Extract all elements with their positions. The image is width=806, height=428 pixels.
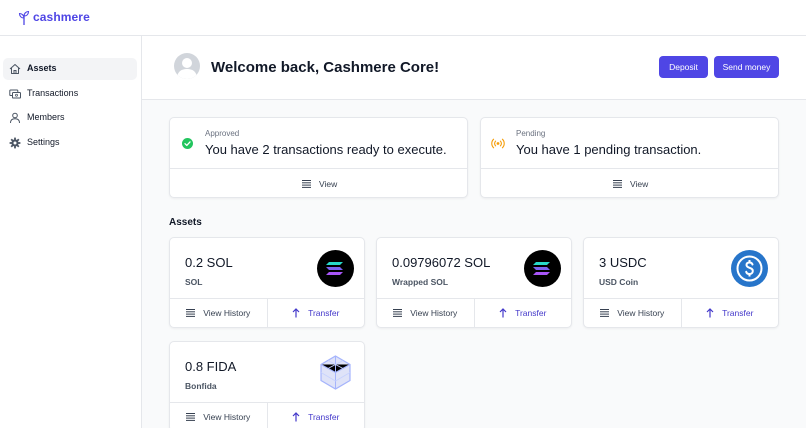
sidebar: Assets Transactions Members Settings [0, 36, 142, 428]
status-text: You have 1 pending transaction. [516, 142, 702, 157]
transactions-icon [9, 89, 21, 99]
usdc-logo-icon [731, 250, 768, 287]
transfer-button[interactable]: Transfer [266, 299, 365, 327]
arrow-up-icon [292, 412, 300, 422]
asset-amount: 0.8 FIDA [185, 359, 237, 374]
asset-name: Wrapped SOL [392, 277, 449, 287]
list-icon [302, 180, 311, 188]
asset-card-usdc: 3 USDC USD Coin View History Transfer [583, 237, 779, 328]
asset-actions: View History Transfer [170, 298, 364, 327]
deposit-button[interactable]: Deposit [659, 56, 708, 78]
asset-name: USD Coin [599, 277, 639, 287]
sidebar-item-settings[interactable]: Settings [3, 132, 137, 154]
sidebar-item-transactions[interactable]: Transactions [3, 83, 137, 105]
sidebar-item-label: Transactions [27, 88, 79, 98]
view-history-label: View History [203, 308, 251, 318]
asset-card-fida: 0.8 FIDA Bonfida View History Transfer [169, 341, 365, 428]
asset-actions: View History Transfer [170, 402, 364, 428]
avatar[interactable] [174, 53, 200, 79]
sidebar-item-label: Assets [27, 63, 57, 73]
app-logo[interactable]: cashmere [18, 9, 90, 25]
members-icon [10, 112, 20, 124]
asset-name: Bonfida [185, 381, 217, 391]
list-icon [600, 309, 610, 317]
divider [481, 168, 778, 169]
gear-icon [9, 137, 21, 149]
view-history-button[interactable]: View History [377, 299, 474, 327]
transfer-label: Transfer [308, 308, 340, 318]
assets-section-title: Assets [169, 217, 202, 228]
list-icon [186, 309, 196, 317]
view-history-button[interactable]: View History [170, 403, 267, 428]
sidebar-item-assets[interactable]: Assets [3, 58, 137, 80]
user-icon [177, 58, 197, 79]
sprout-icon [18, 10, 30, 25]
asset-name: SOL [185, 277, 203, 287]
view-approved-button[interactable]: View [302, 179, 337, 189]
view-pending-button[interactable]: View [613, 179, 648, 189]
list-icon [186, 413, 196, 421]
app-name: cashmere [33, 10, 90, 24]
status-label: Approved [205, 129, 240, 138]
list-icon [393, 309, 403, 317]
transfer-label: Transfer [722, 308, 754, 318]
pending-status-card: Pending You have 1 pending transaction. … [480, 117, 779, 198]
sidebar-item-members[interactable]: Members [3, 107, 137, 129]
sidebar-item-label: Settings [27, 137, 60, 147]
list-icon [613, 180, 622, 188]
asset-amount: 0.2 SOL [185, 255, 233, 270]
send-money-button[interactable]: Send money [714, 56, 779, 78]
view-history-label: View History [617, 308, 665, 318]
asset-amount: 3 USDC [599, 255, 647, 270]
view-history-button[interactable]: View History [170, 299, 267, 327]
transfer-label: Transfer [515, 308, 547, 318]
asset-amount: 0.09796072 SOL [392, 255, 491, 270]
arrow-up-icon [706, 308, 714, 318]
approved-status-card: Approved You have 2 transactions ready t… [169, 117, 468, 198]
top-bar: cashmere [0, 0, 806, 36]
status-text: You have 2 transactions ready to execute… [205, 142, 447, 157]
bonfida-logo-icon [320, 355, 351, 390]
divider [170, 168, 467, 169]
sidebar-item-label: Members [27, 112, 65, 122]
arrow-up-icon [292, 308, 300, 318]
transfer-button[interactable]: Transfer [680, 299, 779, 327]
check-circle-icon [182, 138, 193, 149]
transfer-button[interactable]: Transfer [266, 403, 365, 428]
view-history-button[interactable]: View History [584, 299, 681, 327]
transfer-label: Transfer [308, 412, 340, 422]
view-history-label: View History [203, 412, 251, 422]
view-history-label: View History [410, 308, 458, 318]
home-icon [9, 64, 21, 74]
solana-logo-icon [524, 250, 561, 287]
view-label: View [630, 179, 649, 189]
transfer-button[interactable]: Transfer [473, 299, 572, 327]
asset-card-sol: 0.2 SOL SOL View History Transfer [169, 237, 365, 328]
arrow-up-icon [499, 308, 507, 318]
view-label: View [319, 179, 338, 189]
broadcast-icon [491, 138, 505, 149]
asset-actions: View History Transfer [377, 298, 571, 327]
page-title: Welcome back, Cashmere Core! [211, 59, 440, 76]
page-header: Welcome back, Cashmere Core! Deposit Sen… [142, 36, 806, 100]
status-label: Pending [516, 129, 546, 138]
solana-logo-icon [317, 250, 354, 287]
asset-actions: View History Transfer [584, 298, 778, 327]
asset-card-wrapped-sol: 0.09796072 SOL Wrapped SOL View History … [376, 237, 572, 328]
